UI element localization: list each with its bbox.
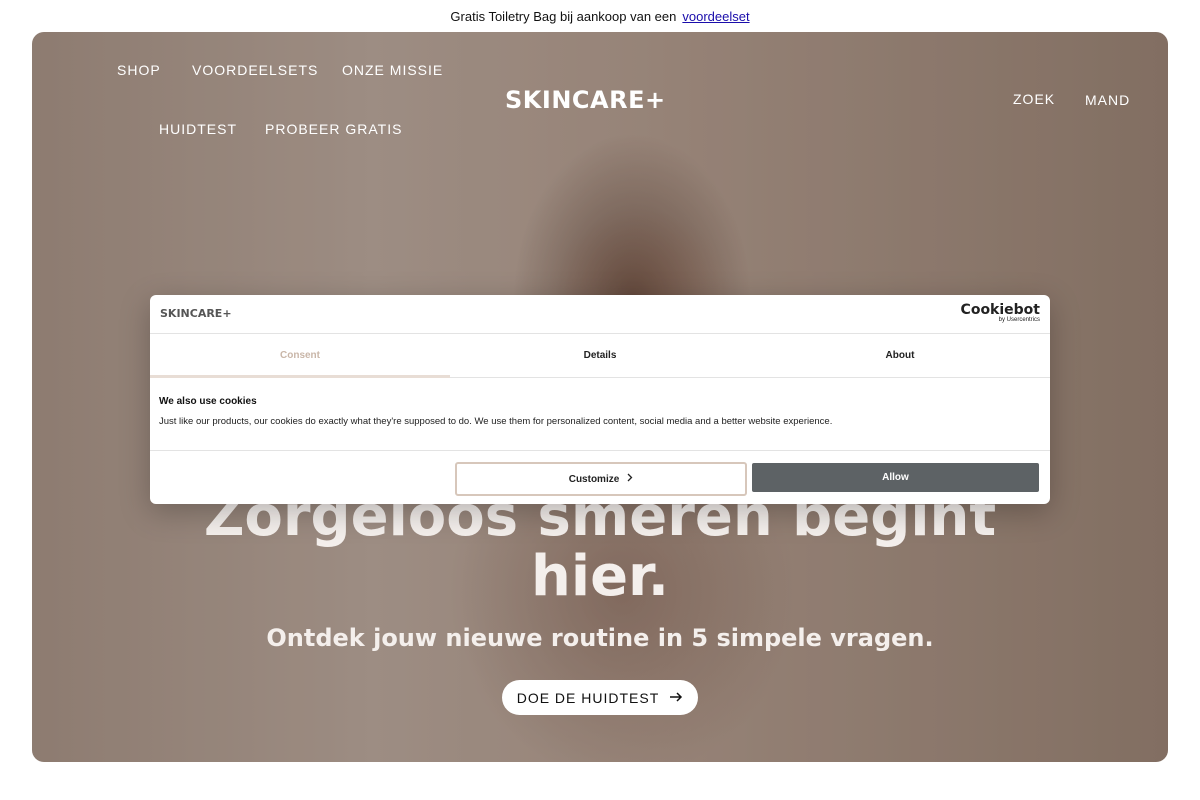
tab-consent[interactable]: Consent	[150, 334, 450, 378]
nav-huidtest[interactable]: HUIDTEST	[159, 121, 237, 137]
hero-subtitle: Ontdek jouw nieuwe routine in 5 simpele …	[266, 624, 934, 652]
dialog-text: Just like our products, our cookies do e…	[159, 416, 833, 427]
nav-onze-missie[interactable]: ONZE MISSIE	[342, 62, 443, 78]
cta-label: DOE DE HUIDTEST	[516, 689, 660, 706]
dialog-title: We also use cookies	[159, 396, 257, 407]
dialog-tabs: Consent Details About	[150, 334, 1050, 378]
cart-link[interactable]: MAND	[1085, 92, 1130, 108]
cookiebot-logo[interactable]: Cookiebot by Usercentrics	[961, 303, 1040, 324]
dialog-actions: Customize Allow	[150, 451, 1050, 504]
announcement-link[interactable]: voordeelset	[682, 9, 749, 24]
search-link[interactable]: ZOEK	[1013, 91, 1055, 107]
customize-label: Customize	[568, 473, 620, 485]
cookie-consent-dialog: SKINCARE+ Cookiebot by Usercentrics Cons…	[150, 295, 1050, 504]
hero-title: Zorgeloos smeren begint hier.	[32, 487, 1168, 607]
customize-button[interactable]: Customize	[455, 462, 747, 496]
announcement-bar: Gratis Toiletry Bag bij aankoop van een …	[0, 0, 1200, 32]
nav-probeer-gratis[interactable]: PROBEER GRATIS	[265, 121, 402, 137]
nav-voordeelsets[interactable]: VOORDEELSETS	[192, 62, 318, 78]
arrow-right-icon	[669, 690, 683, 706]
dialog-logo: SKINCARE+	[160, 307, 232, 320]
dialog-body: We also use cookies Just like our produc…	[150, 378, 1050, 451]
tab-about[interactable]: About	[750, 334, 1050, 377]
nav-shop[interactable]: SHOP	[117, 62, 161, 78]
huidtest-cta-button[interactable]: DOE DE HUIDTEST	[502, 680, 698, 715]
allow-button[interactable]: Allow	[752, 463, 1039, 492]
hero-title-text: Zorgeloos smeren begint hier.	[203, 484, 997, 609]
cookiebot-brand-sub: by Usercentrics	[998, 317, 1040, 323]
announcement-text: Gratis Toiletry Bag bij aankoop van een	[450, 8, 677, 24]
chevron-right-icon	[627, 473, 633, 485]
site-logo[interactable]: SKINCARE+	[505, 86, 666, 114]
dialog-header: SKINCARE+ Cookiebot by Usercentrics	[150, 295, 1050, 334]
cookiebot-brand: Cookiebot	[960, 302, 1040, 318]
tab-details[interactable]: Details	[450, 334, 750, 377]
